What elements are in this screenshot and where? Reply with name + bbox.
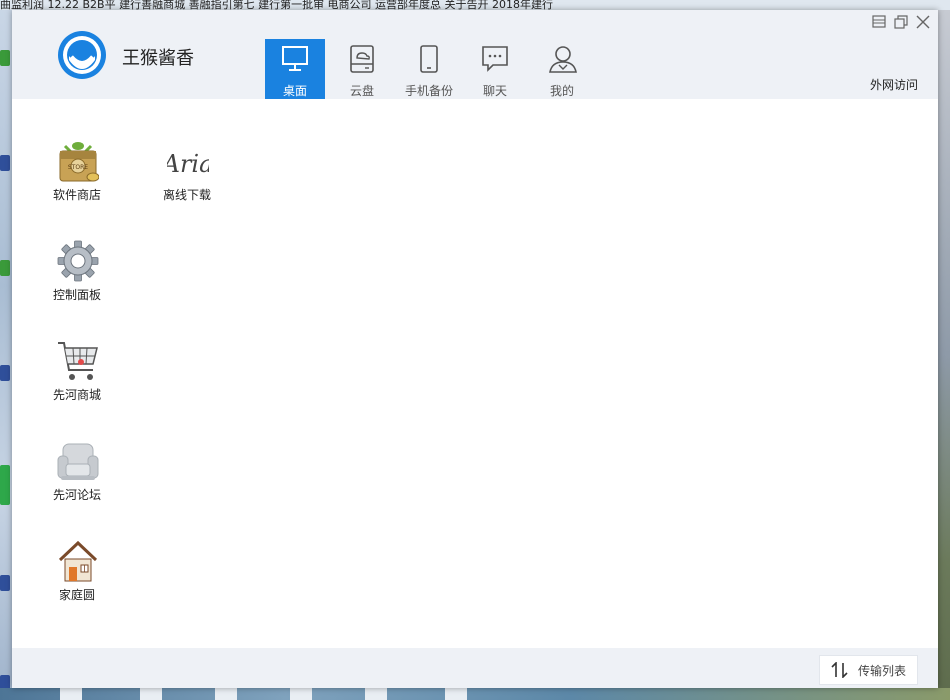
tab-label: 桌面 — [282, 84, 307, 98]
desktop-icon-fragment — [0, 465, 10, 505]
restore-icon[interactable] — [894, 14, 908, 30]
main-window: 王猴酱香 桌面 云盘 手机备份 聊天 我的 外网访问 STORE 软件商店 ri… — [12, 10, 938, 688]
house-icon — [58, 540, 98, 582]
taskbar-item — [215, 688, 237, 700]
sofa-icon — [57, 443, 99, 480]
taskbar-item — [365, 688, 387, 700]
app-logo-icon — [58, 31, 106, 79]
taskbar-item — [290, 688, 312, 700]
close-icon[interactable] — [916, 14, 930, 30]
tab-label: 我的 — [549, 84, 574, 98]
monitor-icon — [282, 46, 308, 71]
desktop-icon-fragment — [0, 365, 10, 381]
desktop-icon-fragment — [0, 260, 10, 276]
background-desktop-right — [938, 10, 950, 700]
app-label: 离线下载 — [162, 188, 211, 202]
app-label: 家庭圆 — [58, 588, 95, 602]
desktop-icon-fragment — [0, 155, 10, 171]
app-offline-download[interactable]: Aria 离线下载 — [147, 140, 227, 220]
desktop-icon-fragment — [0, 50, 10, 66]
tab-label: 云盘 — [349, 84, 374, 98]
background-taskbar — [0, 688, 950, 700]
tab-chat[interactable]: 聊天 — [465, 39, 525, 99]
transfer-list-button[interactable]: 传输列表 — [819, 655, 918, 685]
aria-download-icon: Aria — [167, 150, 209, 178]
app-software-store[interactable]: STORE 软件商店 — [37, 140, 117, 220]
shopping-cart-icon — [58, 342, 98, 380]
gear-icon — [57, 240, 99, 282]
app-label: 先河论坛 — [52, 488, 101, 502]
app-control-panel[interactable]: 控制面板 — [37, 240, 117, 320]
tab-cloud-disk[interactable]: 云盘 — [332, 39, 392, 99]
taskbar-item — [140, 688, 162, 700]
cloud-disk-icon — [350, 45, 374, 73]
desktop-icon-fragment — [0, 575, 10, 591]
background-window-titlebar: 曲监利润 12.22 B2B平 建行善融商城 善融指引第七 建行第一批审 电商公… — [0, 0, 950, 10]
tab-mine[interactable]: 我的 — [532, 39, 592, 99]
app-store-icon: STORE — [59, 142, 99, 182]
app-label: 先河商城 — [52, 388, 101, 402]
background-title-text: 曲监利润 12.22 B2B平 建行善融商城 善融指引第七 建行第一批审 电商公… — [0, 0, 554, 10]
app-xianhe-mall[interactable]: 先河商城 — [37, 340, 117, 420]
tab-desktop[interactable]: 桌面 — [265, 39, 325, 99]
window-controls — [872, 14, 932, 30]
minimize-icon[interactable] — [872, 14, 886, 30]
app-xianhe-forum[interactable]: 先河论坛 — [37, 440, 117, 520]
store-badge-text: STORE — [68, 164, 88, 171]
chat-icon — [482, 46, 508, 72]
window-header: 王猴酱香 桌面 云盘 手机备份 聊天 我的 外网访问 — [12, 10, 938, 99]
aria-logo-text: Aria — [167, 150, 209, 178]
taskbar-item — [60, 688, 82, 700]
transfer-arrows-icon — [831, 662, 848, 678]
tab-label: 聊天 — [482, 84, 507, 98]
external-access-link[interactable]: 外网访问 — [870, 76, 918, 93]
user-icon — [549, 46, 577, 73]
user-name: 王猴酱香 — [122, 48, 194, 69]
transfer-list-label: 传输列表 — [858, 664, 907, 678]
tab-phone-backup[interactable]: 手机备份 — [399, 39, 459, 99]
tab-label: 手机备份 — [404, 84, 453, 98]
background-desktop-left — [0, 10, 12, 700]
taskbar-item — [445, 688, 467, 700]
app-label: 软件商店 — [52, 188, 101, 202]
app-label: 控制面板 — [52, 288, 101, 302]
app-family-circle[interactable]: 家庭圆 — [37, 540, 117, 620]
window-footer: 传输列表 — [12, 648, 938, 688]
phone-icon — [420, 45, 438, 73]
